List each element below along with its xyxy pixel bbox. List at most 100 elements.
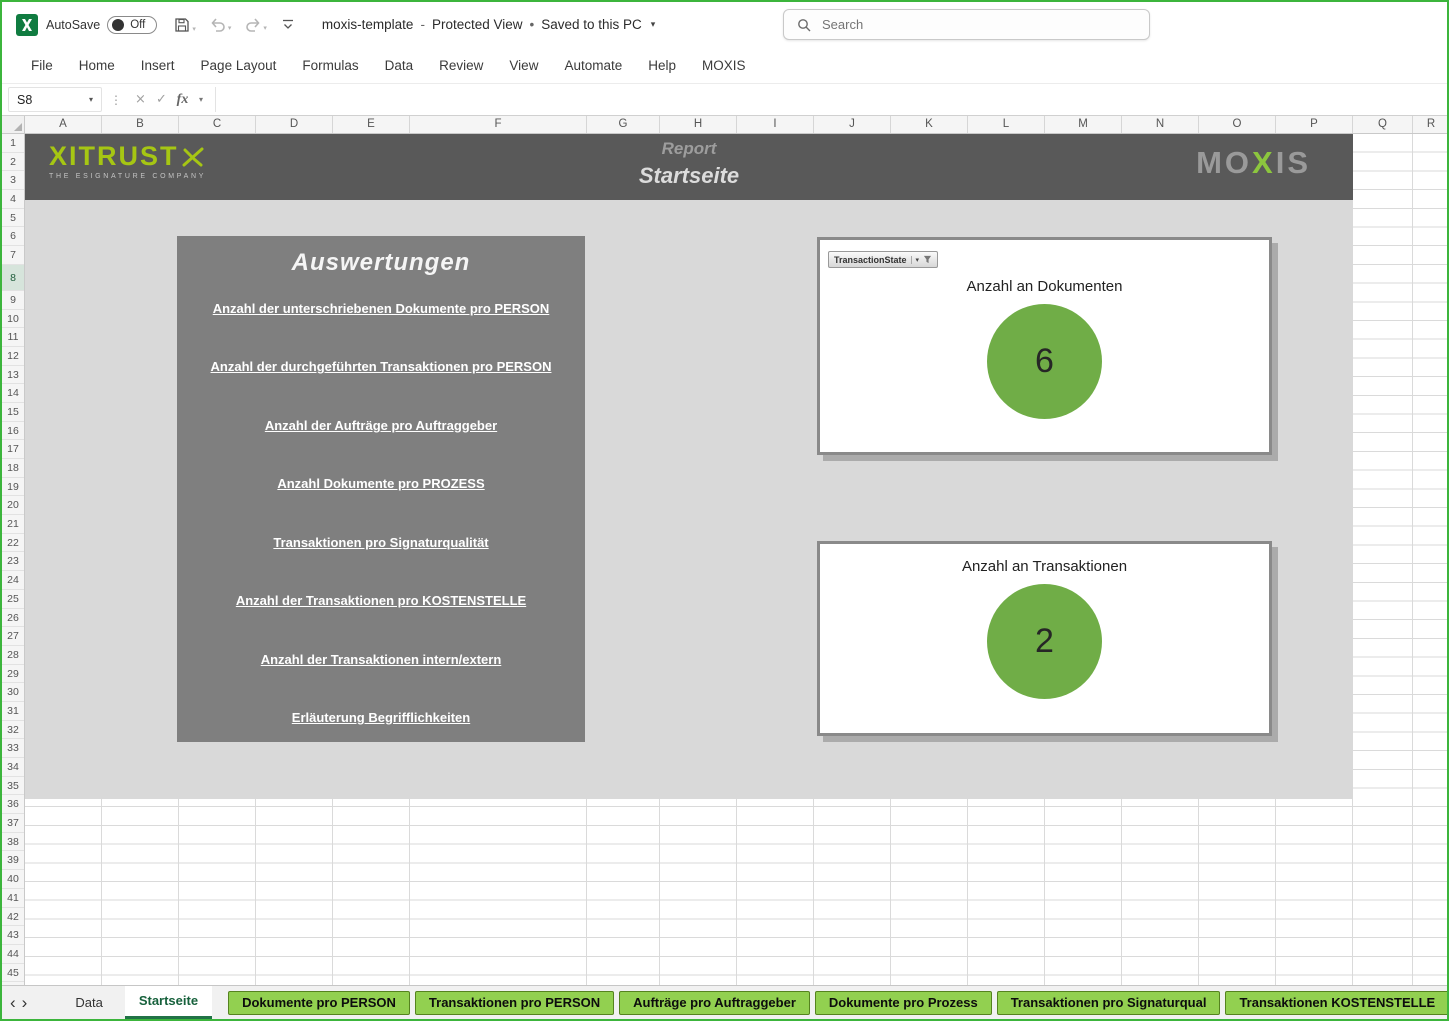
column-header[interactable]: J	[814, 116, 891, 133]
column-header[interactable]: A	[25, 116, 102, 133]
save-button[interactable]: ▾	[167, 13, 203, 37]
row-header[interactable]: 5	[2, 209, 24, 228]
row-header[interactable]: 31	[2, 702, 24, 721]
column-header[interactable]: G	[587, 116, 660, 133]
column-header[interactable]: K	[891, 116, 968, 133]
row-header[interactable]: 20	[2, 496, 24, 515]
row-header[interactable]: 22	[2, 534, 24, 553]
sheet-tab[interactable]: Transaktionen KOSTENSTELLE	[1225, 991, 1449, 1015]
ribbon-tab[interactable]: Review	[426, 51, 496, 80]
row-header[interactable]: 24	[2, 571, 24, 590]
column-header[interactable]: O	[1199, 116, 1276, 133]
row-header[interactable]: 8	[2, 265, 24, 291]
ribbon-tab[interactable]: Home	[66, 51, 128, 80]
insert-function-button[interactable]: fx	[172, 92, 193, 108]
row-header[interactable]: 29	[2, 665, 24, 684]
report-link[interactable]: Anzahl Dokumente pro PROZESS	[183, 476, 579, 491]
column-header[interactable]: P	[1276, 116, 1353, 133]
row-header[interactable]: 41	[2, 889, 24, 908]
column-header[interactable]: E	[333, 116, 410, 133]
sheet-tab[interactable]: Transaktionen pro PERSON	[415, 991, 614, 1015]
row-header[interactable]: 12	[2, 347, 24, 366]
row-header[interactable]: 40	[2, 870, 24, 889]
name-box[interactable]: S8 ▾	[8, 87, 102, 112]
row-header[interactable]: 18	[2, 459, 24, 478]
column-header[interactable]: F	[410, 116, 587, 133]
row-header[interactable]: 23	[2, 552, 24, 571]
formula-input[interactable]	[215, 87, 1441, 112]
row-header[interactable]: 9	[2, 291, 24, 310]
row-header[interactable]: 44	[2, 945, 24, 964]
column-header[interactable]: Q	[1353, 116, 1413, 133]
enter-button[interactable]: ✓	[151, 92, 172, 107]
sheet-nav-right-button[interactable]: ›	[22, 994, 28, 1011]
row-header[interactable]: 6	[2, 227, 24, 246]
row-header[interactable]: 39	[2, 851, 24, 870]
documents-chart-card[interactable]: TransactionState ▾ Anzahl an Dokumenten …	[817, 237, 1272, 455]
row-header[interactable]: 45	[2, 964, 24, 983]
report-link[interactable]: Transaktionen pro Signaturqualität	[183, 535, 579, 550]
quick-access-customize-button[interactable]	[274, 14, 302, 35]
row-header[interactable]: 25	[2, 590, 24, 609]
report-link[interactable]: Anzahl der Transaktionen intern/extern	[183, 652, 579, 667]
name-box-dropdown-icon[interactable]: ▾	[89, 95, 93, 104]
row-header[interactable]: 35	[2, 777, 24, 796]
row-header[interactable]: 7	[2, 246, 24, 265]
row-header[interactable]: 34	[2, 758, 24, 777]
row-header[interactable]: 17	[2, 440, 24, 459]
row-header[interactable]: 36	[2, 795, 24, 814]
report-link[interactable]: Anzahl der durchgeführten Transaktionen …	[183, 359, 579, 374]
row-header[interactable]: 43	[2, 926, 24, 945]
column-header[interactable]: C	[179, 116, 256, 133]
ribbon-tab[interactable]: File	[18, 51, 66, 80]
ribbon-tab[interactable]: Data	[372, 51, 427, 80]
sheet-tab[interactable]: Dokumente pro Prozess	[815, 991, 992, 1015]
ribbon-tab[interactable]: Help	[635, 51, 689, 80]
column-header[interactable]: L	[968, 116, 1045, 133]
title-dropdown-chevron-icon[interactable]: ▾	[649, 18, 658, 32]
formula-bar-expand-icon[interactable]: ▾	[193, 95, 209, 104]
row-header[interactable]: 33	[2, 739, 24, 758]
report-link[interactable]: Anzahl der unterschriebenen Dokumente pr…	[183, 301, 579, 316]
report-link[interactable]: Erläuterung Begrifflichkeiten	[183, 710, 579, 725]
ribbon-tab[interactable]: Page Layout	[188, 51, 290, 80]
column-header[interactable]: I	[737, 116, 814, 133]
sheet-tab-data[interactable]: Data	[59, 986, 118, 1019]
row-header[interactable]: 32	[2, 721, 24, 740]
search-text-field[interactable]	[820, 16, 1136, 33]
sheet-tab[interactable]: Aufträge pro Auftraggeber	[619, 991, 810, 1015]
sheet-nav-left-button[interactable]: ‹	[10, 994, 16, 1011]
row-header[interactable]: 37	[2, 814, 24, 833]
formula-bar-handle[interactable]: ⋮	[102, 93, 130, 107]
ribbon-tab[interactable]: MOXIS	[689, 51, 759, 80]
column-header[interactable]: M	[1045, 116, 1122, 133]
column-header[interactable]: D	[256, 116, 333, 133]
row-header[interactable]: 42	[2, 908, 24, 927]
search-input[interactable]	[783, 9, 1150, 40]
row-header[interactable]: 27	[2, 627, 24, 646]
sheet-tab[interactable]: Transaktionen pro Signaturqual	[997, 991, 1221, 1015]
row-header[interactable]: 4	[2, 190, 24, 209]
row-header[interactable]: 14	[2, 384, 24, 403]
row-header[interactable]: 15	[2, 403, 24, 422]
redo-button[interactable]: ▾	[238, 14, 274, 36]
row-header[interactable]: 11	[2, 328, 24, 347]
column-header[interactable]: N	[1122, 116, 1199, 133]
row-header[interactable]: 28	[2, 646, 24, 665]
column-header[interactable]: H	[660, 116, 737, 133]
sheet-tab[interactable]: Dokumente pro PERSON	[228, 991, 410, 1015]
row-header[interactable]: 26	[2, 609, 24, 628]
undo-button[interactable]: ▾	[203, 14, 239, 36]
row-header[interactable]: 30	[2, 683, 24, 702]
select-all-button[interactable]	[2, 116, 25, 133]
ribbon-tab[interactable]: Insert	[128, 51, 188, 80]
ribbon-tab[interactable]: Formulas	[289, 51, 371, 80]
report-link[interactable]: Anzahl der Transaktionen pro KOSTENSTELL…	[183, 593, 579, 608]
row-header[interactable]: 21	[2, 515, 24, 534]
ribbon-tab[interactable]: View	[496, 51, 551, 80]
ribbon-tab[interactable]: Automate	[551, 51, 635, 80]
row-header[interactable]: 2	[2, 153, 24, 172]
sheet-canvas[interactable]: XITRUST THE ESIGNATURE COMPANY Report St…	[25, 134, 1447, 985]
autosave-toggle[interactable]: Off	[107, 16, 157, 34]
column-header[interactable]: B	[102, 116, 179, 133]
